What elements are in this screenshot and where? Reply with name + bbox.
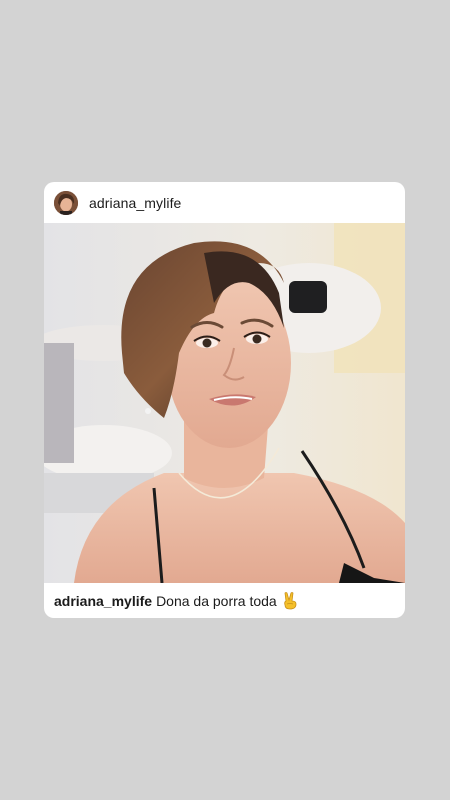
caption-username[interactable]: adriana_mylife (54, 593, 152, 609)
post-caption: adriana_mylife Dona da porra toda (54, 583, 298, 618)
post-photo[interactable] (44, 223, 405, 583)
caption-text: Dona da porra toda (156, 592, 277, 609)
portrait-photo (44, 223, 405, 583)
post-card: adriana_mylife adriana_mylife Dona da po… (44, 182, 405, 618)
avatar[interactable] (54, 190, 78, 215)
post-header: adriana_mylife (44, 182, 405, 223)
post-username[interactable]: adriana_mylife (89, 195, 181, 211)
avatar-image (54, 190, 78, 215)
victory-hand-emoji-icon (282, 591, 298, 610)
